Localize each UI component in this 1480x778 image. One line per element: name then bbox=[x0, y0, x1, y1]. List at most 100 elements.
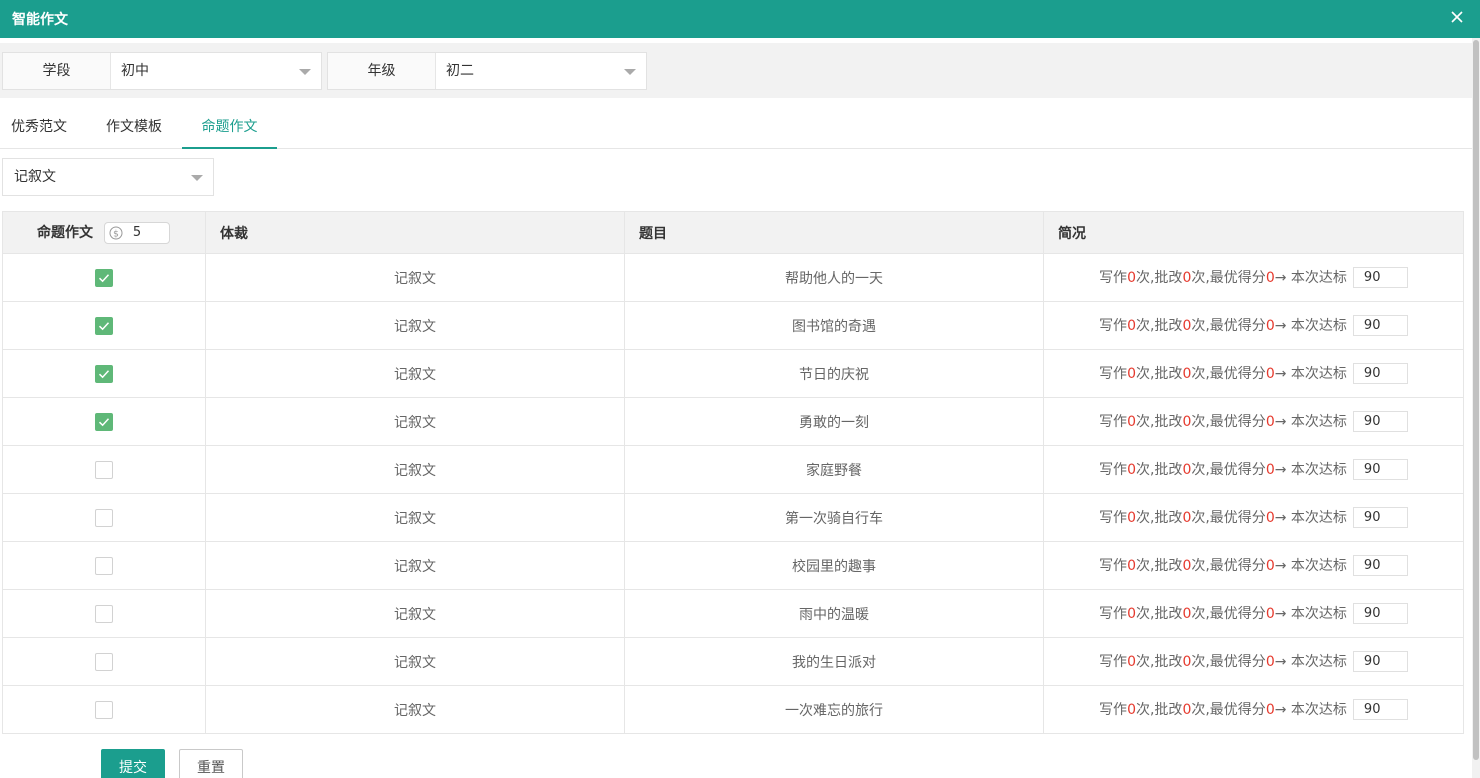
row-checkbox[interactable] bbox=[95, 316, 113, 335]
stage-select[interactable]: 初中 bbox=[111, 53, 321, 89]
count-unit: 次 bbox=[1191, 365, 1206, 382]
summary-text: 写作0次,批改0次,最优得分0→ 本次达标 bbox=[1099, 267, 1408, 289]
best-score: 0 bbox=[1265, 461, 1275, 478]
target-label: → 本次达标 bbox=[1274, 509, 1347, 526]
close-icon[interactable] bbox=[1448, 8, 1466, 26]
write-label: 写作 bbox=[1099, 653, 1128, 670]
best-score-label: ,最优得分 bbox=[1205, 653, 1266, 670]
row-topic: 家庭野餐 bbox=[624, 445, 1044, 494]
row-select-cell bbox=[2, 637, 206, 686]
row-checkbox[interactable] bbox=[95, 700, 113, 719]
target-score-input[interactable] bbox=[1352, 267, 1408, 289]
target-score-input[interactable] bbox=[1352, 555, 1408, 577]
row-genre: 记叙文 bbox=[205, 253, 625, 302]
tab-topic-essays[interactable]: 命题作文 bbox=[182, 108, 277, 149]
row-topic: 雨中的温暖 bbox=[624, 589, 1044, 638]
write-label: 写作 bbox=[1099, 509, 1128, 526]
topic-essay-table: 命题作文 $ 5 体裁 题目 简况 记叙文 帮助他人的一天 写作0次,批改0次,最优… bbox=[2, 211, 1464, 734]
write-count: 0 bbox=[1127, 701, 1136, 718]
header-summary: 简况 bbox=[1043, 211, 1464, 254]
best-score: 0 bbox=[1265, 557, 1275, 574]
tab-essay-templates[interactable]: 作文模板 bbox=[95, 108, 173, 149]
target-score-input[interactable] bbox=[1352, 459, 1408, 481]
svg-text:$: $ bbox=[113, 229, 119, 239]
review-label: ,批改 bbox=[1149, 605, 1183, 622]
chevron-down-icon bbox=[299, 69, 311, 75]
row-checkbox[interactable] bbox=[95, 364, 113, 383]
tab-bar: 优秀范文 作文模板 命题作文 bbox=[0, 108, 1472, 149]
header-genre: 体裁 bbox=[205, 211, 625, 254]
target-score-input[interactable] bbox=[1352, 315, 1408, 337]
best-score-label: ,最优得分 bbox=[1205, 461, 1266, 478]
row-genre: 记叙文 bbox=[205, 541, 625, 590]
count-unit: 次 bbox=[1191, 701, 1206, 718]
write-count: 0 bbox=[1127, 605, 1136, 622]
target-score-input[interactable] bbox=[1352, 603, 1408, 625]
genre-select[interactable]: 记叙文 bbox=[2, 158, 214, 196]
target-label: → 本次达标 bbox=[1274, 701, 1347, 718]
best-score-label: ,最优得分 bbox=[1205, 605, 1266, 622]
target-label: → 本次达标 bbox=[1274, 413, 1347, 430]
row-checkbox[interactable] bbox=[95, 652, 113, 671]
row-summary: 写作0次,批改0次,最优得分0→ 本次达标 bbox=[1043, 541, 1464, 590]
row-checkbox[interactable] bbox=[95, 604, 113, 623]
row-select-cell bbox=[2, 541, 206, 590]
header-select: 命题作文 $ 5 bbox=[2, 211, 206, 254]
chevron-down-icon bbox=[624, 69, 636, 75]
row-select-cell bbox=[2, 685, 206, 734]
coin-icon: $ bbox=[109, 226, 123, 239]
count-unit: 次 bbox=[1135, 701, 1150, 718]
table-row: 记叙文 家庭野餐 写作0次,批改0次,最优得分0→ 本次达标 bbox=[2, 445, 1464, 494]
tab-excellent-essays[interactable]: 优秀范文 bbox=[0, 108, 78, 149]
row-checkbox[interactable] bbox=[95, 508, 113, 527]
target-label: → 本次达标 bbox=[1274, 365, 1347, 382]
target-score-input[interactable] bbox=[1352, 699, 1408, 721]
target-score-input[interactable] bbox=[1352, 411, 1408, 433]
row-select-cell bbox=[2, 589, 206, 638]
vertical-scrollbar[interactable] bbox=[1472, 38, 1480, 778]
row-summary: 写作0次,批改0次,最优得分0→ 本次达标 bbox=[1043, 493, 1464, 542]
grade-filter: 年级 初二 bbox=[327, 52, 647, 90]
target-score-input[interactable] bbox=[1352, 651, 1408, 673]
chevron-down-icon bbox=[191, 175, 203, 181]
count-unit: 次 bbox=[1191, 269, 1206, 286]
target-label: → 本次达标 bbox=[1274, 269, 1347, 286]
target-score-input[interactable] bbox=[1352, 363, 1408, 385]
best-score-label: ,最优得分 bbox=[1205, 509, 1266, 526]
count-unit: 次 bbox=[1135, 317, 1150, 334]
grade-select[interactable]: 初二 bbox=[436, 53, 646, 89]
row-summary: 写作0次,批改0次,最优得分0→ 本次达标 bbox=[1043, 589, 1464, 638]
count-unit: 次 bbox=[1191, 413, 1206, 430]
target-score-input[interactable] bbox=[1352, 507, 1408, 529]
row-summary: 写作0次,批改0次,最优得分0→ 本次达标 bbox=[1043, 445, 1464, 494]
row-genre: 记叙文 bbox=[205, 589, 625, 638]
best-score: 0 bbox=[1265, 701, 1275, 718]
summary-text: 写作0次,批改0次,最优得分0→ 本次达标 bbox=[1099, 603, 1408, 625]
best-score-label: ,最优得分 bbox=[1205, 413, 1266, 430]
table-row: 记叙文 勇敢的一刻 写作0次,批改0次,最优得分0→ 本次达标 bbox=[2, 397, 1464, 446]
summary-text: 写作0次,批改0次,最优得分0→ 本次达标 bbox=[1099, 507, 1408, 529]
summary-text: 写作0次,批改0次,最优得分0→ 本次达标 bbox=[1099, 699, 1408, 721]
coin-counter[interactable]: $ 5 bbox=[103, 221, 170, 244]
row-checkbox[interactable] bbox=[95, 460, 113, 479]
best-score-label: ,最优得分 bbox=[1205, 557, 1266, 574]
row-topic: 勇敢的一刻 bbox=[624, 397, 1044, 446]
review-label: ,批改 bbox=[1149, 269, 1183, 286]
write-label: 写作 bbox=[1099, 461, 1128, 478]
best-score: 0 bbox=[1265, 653, 1275, 670]
scrollbar-thumb[interactable] bbox=[1473, 40, 1479, 760]
row-summary: 写作0次,批改0次,最优得分0→ 本次达标 bbox=[1043, 637, 1464, 686]
row-summary: 写作0次,批改0次,最优得分0→ 本次达标 bbox=[1043, 301, 1464, 350]
target-label: → 本次达标 bbox=[1274, 557, 1347, 574]
count-unit: 次 bbox=[1191, 317, 1206, 334]
reset-button[interactable]: 重置 bbox=[179, 749, 243, 778]
row-genre: 记叙文 bbox=[205, 637, 625, 686]
row-checkbox[interactable] bbox=[95, 556, 113, 575]
best-score-label: ,最优得分 bbox=[1205, 269, 1266, 286]
count-unit: 次 bbox=[1135, 557, 1150, 574]
submit-button[interactable]: 提交 bbox=[101, 749, 165, 778]
row-checkbox[interactable] bbox=[95, 268, 113, 287]
review-label: ,批改 bbox=[1149, 461, 1183, 478]
row-checkbox[interactable] bbox=[95, 412, 113, 431]
write-label: 写作 bbox=[1099, 701, 1128, 718]
